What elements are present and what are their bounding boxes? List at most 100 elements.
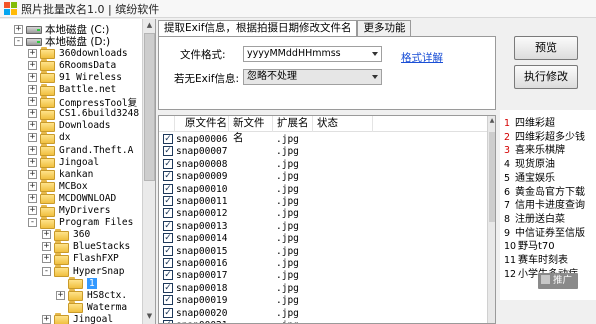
original-name-cell: snap00011	[176, 196, 228, 207]
row-checkbox[interactable]: ✓	[163, 183, 173, 194]
row-checkbox[interactable]: ✓	[163, 307, 173, 318]
scroll-down-arrow-icon[interactable]: ▼	[143, 310, 155, 323]
table-row[interactable]: ✓ snap00019 .jpg	[159, 294, 489, 307]
row-checkbox[interactable]: ✓	[163, 258, 173, 268]
ad-badge[interactable]: 推广	[538, 273, 578, 289]
no-exif-select[interactable]: 忽略不处理	[243, 69, 382, 85]
ad-panel: 1 四维彩超 2 四维彩超多少钱 3 喜来乐棋牌 4 现货原油 5 通宝娱乐 6 黄金岛官方下载 7 信用…	[500, 110, 596, 300]
table-row[interactable]: ✓snap00021 .jpg	[159, 319, 489, 323]
chevron-down-icon	[372, 52, 378, 56]
app-icon	[4, 2, 17, 15]
extension-cell: .jpg	[276, 307, 299, 319]
table-row[interactable]: ✓ snap00006 .jpg	[159, 133, 489, 146]
ad-link[interactable]: 3 喜来乐棋牌	[504, 141, 565, 156]
ad-link[interactable]: 2 四维彩超多少钱	[504, 128, 585, 143]
row-checkbox[interactable]: ✓	[163, 146, 173, 157]
column-status[interactable]: 状态	[313, 116, 373, 132]
ad-link[interactable]: 5 通宝娱乐	[504, 169, 555, 184]
ad-link[interactable]: 10 野马t70	[504, 237, 555, 252]
tree-scrollbar[interactable]: ▲ ▼	[142, 19, 155, 324]
table-header: 原文件名 新文件名 扩展名 状态	[159, 116, 489, 144]
format-input[interactable]: yyyyMMddHHmmss	[243, 46, 382, 62]
collapse-icon[interactable]: -	[14, 36, 23, 46]
row-checkbox[interactable]: ✓	[163, 208, 173, 219]
checkbox-column-header	[159, 116, 175, 132]
table-row[interactable]: ✓ snap00010 .jpg	[159, 183, 489, 196]
folder-tree[interactable]: ▲ ▼ + 本地磁盘 (C:) - 本地磁盘 (D:) +360downloads +6R…	[0, 19, 156, 324]
tab-more-functions[interactable]: 更多功能	[357, 20, 412, 36]
collapse-icon[interactable]: -	[42, 266, 51, 276]
file-table[interactable]: 原文件名 新文件名 扩展名 状态 ▲ ✓ snap00006 .jpg ✓ snap00…	[158, 115, 496, 324]
table-row[interactable]: ✓ snap00009 .jpg	[159, 170, 489, 183]
extension-cell: .jpg	[276, 196, 299, 207]
table-row[interactable]: ✓ snap00020 .jpg	[159, 307, 489, 320]
row-checkbox[interactable]: ✓	[163, 233, 173, 244]
extension-cell: .jpg	[276, 270, 299, 282]
column-extension[interactable]: 扩展名	[273, 116, 313, 132]
table-row[interactable]: ✓ snap00007 .jpg	[159, 145, 489, 158]
original-name-cell: snap00016	[176, 258, 228, 269]
collapse-icon[interactable]: -	[28, 218, 37, 228]
expand-icon[interactable]: +	[42, 314, 51, 324]
tab-exif-rename[interactable]: 提取Exif信息，根据拍摄日期修改文件名	[158, 20, 358, 37]
extension-cell: .jpg	[276, 171, 299, 183]
row-checkbox[interactable]: ✓	[163, 134, 173, 144]
original-name-cell: snap00008	[176, 158, 228, 170]
table-row[interactable]: ✓ snap00011 .jpg	[159, 195, 489, 208]
extension-cell: .jpg	[276, 220, 299, 232]
tree-scroll-thumb[interactable]	[144, 33, 155, 181]
table-row[interactable]: ✓ snap00015 .jpg	[159, 245, 489, 258]
execute-button[interactable]: 执行修改	[514, 65, 578, 89]
table-row[interactable]: ✓ snap00016 .jpg	[159, 257, 489, 270]
no-exif-value: 忽略不处理	[247, 71, 297, 82]
table-row[interactable]: ✓ snap00018 .jpg	[159, 282, 489, 295]
ad-logo-icon	[541, 275, 550, 284]
original-name-cell: snap00014	[176, 233, 228, 245]
row-checkbox[interactable]: ✓	[163, 220, 173, 231]
title-bar: 照片批量改名1.0 | 缤纷软件	[0, 0, 596, 18]
ad-link[interactable]: 7 信用卡进度查询	[504, 196, 585, 211]
preview-button[interactable]: 预览	[514, 36, 578, 60]
original-name-cell: snap00013	[176, 220, 228, 232]
settings-panel: 文件格式: yyyyMMddHHmmss 格式详解 若无Exif信息: 忽略不处…	[158, 36, 496, 110]
column-original-name[interactable]: 原文件名	[175, 116, 229, 132]
table-row[interactable]: ✓ snap00012 .jpg	[159, 207, 489, 220]
table-row[interactable]: ✓ snap00014 .jpg	[159, 232, 489, 245]
window-title: 照片批量改名1.0 | 缤纷软件	[21, 2, 160, 16]
row-checkbox[interactable]: ✓	[163, 158, 173, 169]
ad-link[interactable]: 1 四维彩超	[504, 114, 555, 129]
original-name-cell: snap00021	[176, 319, 227, 323]
original-name-cell: snap00020	[176, 307, 228, 319]
row-checkbox[interactable]: ✓	[163, 295, 173, 306]
row-checkbox[interactable]: ✓	[163, 171, 173, 182]
row-checkbox[interactable]: ✓	[163, 270, 173, 281]
tree-item[interactable]: + Jingoal	[42, 311, 113, 324]
extension-cell: .jpg	[276, 233, 299, 245]
ad-rank-number: 12	[504, 268, 517, 280]
format-value: yyyyMMddHHmmss	[247, 48, 341, 59]
table-row[interactable]: ✓ snap00013 .jpg	[159, 220, 489, 233]
column-new-name[interactable]: 新文件名	[229, 116, 273, 144]
row-checkbox[interactable]: ✓	[163, 245, 173, 256]
table-row[interactable]: ✓ snap00017 .jpg	[159, 269, 489, 282]
ad-link[interactable]: 4 现货原油	[504, 155, 555, 170]
scroll-up-arrow-icon[interactable]: ▲	[143, 19, 155, 32]
ad-link[interactable]: 9 中信证券至信版	[504, 224, 585, 239]
no-exif-label: 若无Exif信息:	[174, 73, 239, 85]
table-scroll-thumb[interactable]	[489, 132, 495, 222]
ad-link[interactable]: 11 赛车时刻表	[504, 251, 568, 266]
table-row[interactable]: ✓ snap00008 .jpg	[159, 158, 489, 171]
original-name-cell: snap00009	[176, 171, 228, 183]
format-help-link[interactable]: 格式详解	[401, 50, 443, 65]
chevron-down-icon	[372, 75, 378, 79]
ad-link[interactable]: 6 黄金岛官方下载	[504, 183, 585, 198]
extension-cell: .jpg	[276, 146, 299, 158]
row-checkbox[interactable]: ✓	[163, 282, 173, 293]
ad-link[interactable]: 8 注册送白菜	[504, 210, 565, 225]
row-checkbox[interactable]: ✓	[163, 196, 173, 206]
extension-cell: .jpg	[276, 295, 299, 307]
extension-cell: .jpg	[276, 183, 299, 195]
row-checkbox[interactable]: ✓	[163, 320, 173, 323]
extension-cell: .jpg	[276, 134, 299, 145]
scroll-up-arrow-icon[interactable]: ▲	[488, 117, 495, 124]
